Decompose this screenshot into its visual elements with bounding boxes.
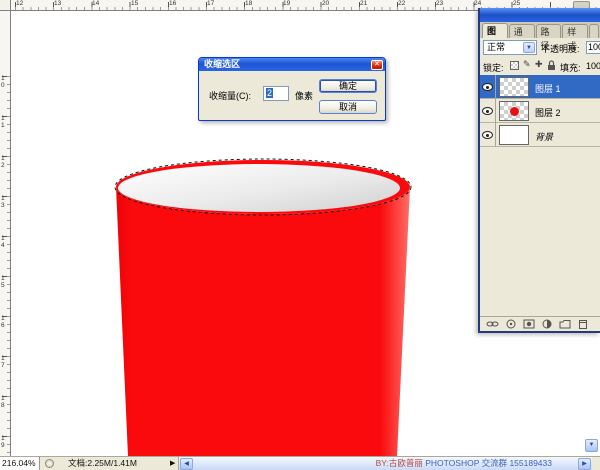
ruler-number: 19 [283,0,290,7]
contract-amount-input[interactable]: 2 [263,86,289,101]
blend-mode-row: 正常 ▼ 不透明度: 100 [480,38,600,57]
red-dot-preview [510,107,519,116]
close-icon[interactable]: ✕ [371,60,383,70]
tab-layers[interactable]: 图层 [482,23,508,38]
new-group-icon[interactable] [559,319,571,329]
background-thumbnail[interactable] [499,125,529,145]
pixels-unit-label: 像素 [295,89,313,102]
ruler-number: 22 [398,0,405,7]
contract-amount-label: 收缩量(C): [209,89,251,102]
layers-palette: 图层 通道 路径 样式 正常 ▼ 不透明度: 100 锁定: ✎ ✚ 填充: 1… [478,8,600,333]
fill-value[interactable]: 100 [586,61,600,71]
ruler-number: 20 [322,0,329,7]
layer-row-background[interactable]: 背景 [480,123,600,147]
adjustment-layer-icon[interactable] [542,319,552,329]
ruler-number: 13 [1,196,7,209]
ruler-number: 15 [131,0,138,7]
new-layer-icon[interactable] [578,319,588,330]
selected-input-text: 2 [266,88,273,98]
ruler-number: 12 [1,156,7,169]
opacity-label: 不透明度: [541,42,580,55]
photoshop-window: 12 13 14 15 16 17 18 19 20 21 22 23 24 2… [0,0,600,470]
palette-tabs: 图层 通道 路径 样式 [480,22,600,38]
layer-mask-icon[interactable] [523,319,535,329]
ruler-number: 17 [1,356,7,369]
layer-row-layer2[interactable]: 图层 2 [480,99,600,123]
layer-row-layer1[interactable]: 图层 1 [480,75,600,99]
cup-interior [118,164,400,212]
link-layers-icon[interactable] [486,319,499,329]
cup-rim [116,160,410,214]
watermark-text: BY:古欧普丽 PHOTOSHOP 交流群 155189433 [376,457,552,470]
hscroll-left-arrow[interactable]: ◀ [180,458,193,470]
vscroll-down-arrow[interactable]: ▼ [585,439,598,452]
eye-icon[interactable] [482,83,493,91]
opacity-value[interactable]: 100 [586,41,600,54]
ruler-number: 11 [1,116,7,129]
tab-partial[interactable] [589,24,599,38]
lock-transparency-icon[interactable] [510,61,519,70]
ruler-number: 18 [1,396,7,409]
ruler-number: 18 [245,0,252,7]
ruler-number: 15 [1,276,7,289]
ruler-number: 25 [513,0,520,7]
contract-selection-dialog: 收缩选区 ✕ 收缩量(C): 2 像素 确定 取消 [198,57,386,121]
selection-marching-ants [115,159,411,215]
ruler-number: 17 [207,0,214,7]
scrollbar-corner [592,457,600,470]
tab-channels[interactable]: 通道 [509,24,535,38]
watermark-group: PHOTOSHOP 交流群 155189433 [425,458,552,468]
layer-name[interactable]: 图层 1 [535,82,561,95]
status-bar: 216.04% 文档:2.25M/1.41M ▶ ◀ BY:古欧普丽 PHOTO… [0,456,600,470]
chevron-down-icon[interactable]: ▼ [523,42,535,53]
ruler-number: 14 [1,236,7,249]
layer-name[interactable]: 图层 2 [535,106,561,119]
ruler-number: 13 [54,0,61,7]
dialog-title[interactable]: 收缩选区 [199,58,385,71]
ruler-number: 10 [1,76,7,89]
tab-styles[interactable]: 样式 [562,24,588,38]
layer2-thumbnail[interactable] [499,101,529,121]
cancel-button[interactable]: 取消 [319,100,377,114]
lock-row: 锁定: ✎ ✚ 填充: 100 [480,57,600,75]
horizontal-scrollbar[interactable]: ◀ BY:古欧普丽 PHOTOSHOP 交流群 155189433 ▶ [178,457,592,470]
layer1-thumbnail[interactable] [499,77,529,97]
ruler-number: 16 [1,316,7,329]
blend-mode-value: 正常 [487,42,505,52]
visibility-cell[interactable] [480,123,496,147]
zoom-level-field[interactable]: 216.04% [0,457,40,470]
blend-mode-select[interactable]: 正常 ▼ [483,40,537,55]
visibility-cell[interactable] [480,75,496,99]
hscroll-right-arrow[interactable]: ▶ [578,458,591,470]
layer-name[interactable]: 背景 [535,130,553,143]
ruler-number: 12 [16,0,23,7]
lock-label: 锁定: [483,61,504,74]
tab-paths[interactable]: 路径 [536,24,562,38]
ruler-number: 16 [169,0,176,7]
visibility-cell[interactable] [480,99,496,123]
layer-style-icon[interactable] [506,319,516,329]
ruler-number: 21 [360,0,367,7]
watermark-author: BY:古欧普丽 [376,458,426,468]
eye-icon[interactable] [482,107,493,115]
vertical-ruler[interactable]: 10 11 12 13 14 15 16 17 18 19 [0,11,11,456]
cup-body [116,187,410,456]
palette-bottom-bar [480,316,600,331]
ruler-number: 24 [474,0,481,7]
lock-paint-icon[interactable]: ✎ [523,59,531,70]
ruler-number: 23 [436,0,443,7]
ruler-number: 14 [92,0,99,7]
ok-button[interactable]: 确定 [319,79,377,93]
eye-icon[interactable] [482,131,493,139]
status-icon [45,459,54,468]
lock-all-icon[interactable] [547,60,556,71]
status-flyout-arrow[interactable]: ▶ [170,457,175,470]
fill-label: 填充: [560,61,581,74]
palette-title-bar[interactable] [480,8,600,22]
ruler-origin-box[interactable] [0,0,11,11]
ruler-number: 19 [1,436,7,449]
lock-position-icon[interactable]: ✚ [535,59,543,70]
document-size-info: 文档:2.25M/1.41M [68,457,137,470]
